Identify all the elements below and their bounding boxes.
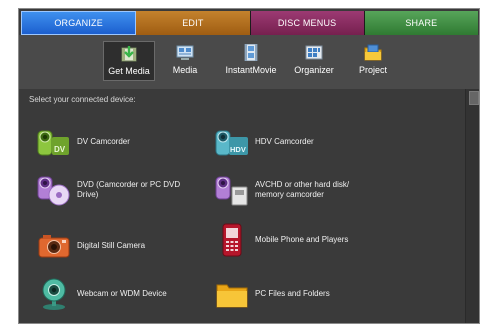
vertical-scrollbar[interactable] xyxy=(465,89,479,323)
dvd-camcorder-icon xyxy=(37,176,70,206)
get-media-label: Get Media xyxy=(108,66,150,76)
project-button[interactable]: Project xyxy=(353,41,393,81)
folder-icon xyxy=(216,284,248,308)
app-window: ORGANIZE EDIT DISC MENUS SHARE Get Media… xyxy=(18,8,480,324)
get-media-button[interactable]: Get Media xyxy=(103,41,155,81)
instantmovie-button[interactable]: InstantMovie xyxy=(219,41,283,81)
media-icon xyxy=(176,45,194,60)
device-panel: Select your connected device: DV DV Camc… xyxy=(19,89,463,323)
device-label: AVCHD or other hard disk/ memory camcord… xyxy=(255,180,350,199)
device-label: DV Camcorder xyxy=(77,137,130,146)
mobile-phone-icon xyxy=(222,223,242,257)
device-label: DVD (Camcorder or PC DVD Drive) xyxy=(77,180,181,199)
device-label: Mobile Phone and Players xyxy=(255,235,349,244)
device-hdv-camcorder[interactable]: HDV HDV Camcorder xyxy=(215,125,375,159)
device-dvd[interactable]: DVD (Camcorder or PC DVD Drive) xyxy=(37,173,197,207)
tab-disc-menus[interactable]: DISC MENUS xyxy=(250,11,365,35)
device-label: Webcam or WDM Device xyxy=(77,289,167,298)
project-folder-icon xyxy=(364,44,382,61)
device-dv-camcorder[interactable]: DV DV Camcorder xyxy=(37,125,197,159)
tab-edit[interactable]: EDIT xyxy=(136,11,251,35)
project-label: Project xyxy=(358,65,387,75)
hdv-camcorder-icon: HDV xyxy=(215,130,248,156)
organizer-icon xyxy=(305,45,323,60)
media-button[interactable]: Media xyxy=(167,41,203,81)
dv-camcorder-icon: DV xyxy=(37,130,69,156)
toolbar: Get Media Media InstantMovie Organizer P… xyxy=(19,35,479,89)
organizer-button[interactable]: Organizer xyxy=(289,41,339,81)
device-avchd[interactable]: AVCHD or other hard disk/ memory camcord… xyxy=(215,173,375,207)
device-digital-camera[interactable]: Digital Still Camera xyxy=(37,229,197,263)
device-webcam[interactable]: Webcam or WDM Device xyxy=(37,277,197,311)
device-label: Digital Still Camera xyxy=(77,241,146,250)
select-device-prompt: Select your connected device: xyxy=(29,95,136,104)
get-media-icon xyxy=(121,46,137,62)
svg-text:DV: DV xyxy=(54,145,66,154)
tab-organize[interactable]: ORGANIZE xyxy=(21,11,137,35)
digital-camera-icon xyxy=(38,235,70,258)
instantmovie-label: InstantMovie xyxy=(225,65,277,75)
avchd-camcorder-icon xyxy=(215,176,248,206)
media-label: Media xyxy=(172,65,198,75)
filmstrip-icon xyxy=(244,44,258,61)
device-mobile-phone[interactable]: Mobile Phone and Players xyxy=(215,223,375,257)
tab-share[interactable]: SHARE xyxy=(364,11,478,35)
tab-bar: ORGANIZE EDIT DISC MENUS SHARE xyxy=(21,11,478,35)
svg-text:HDV: HDV xyxy=(230,145,246,154)
device-pc-files[interactable]: PC Files and Folders xyxy=(215,277,375,311)
webcam-icon xyxy=(42,278,66,310)
device-label: HDV Camcorder xyxy=(255,137,314,146)
scrollbar-thumb[interactable] xyxy=(469,91,479,105)
organizer-label: Organizer xyxy=(294,65,334,75)
device-label: PC Files and Folders xyxy=(255,289,330,298)
